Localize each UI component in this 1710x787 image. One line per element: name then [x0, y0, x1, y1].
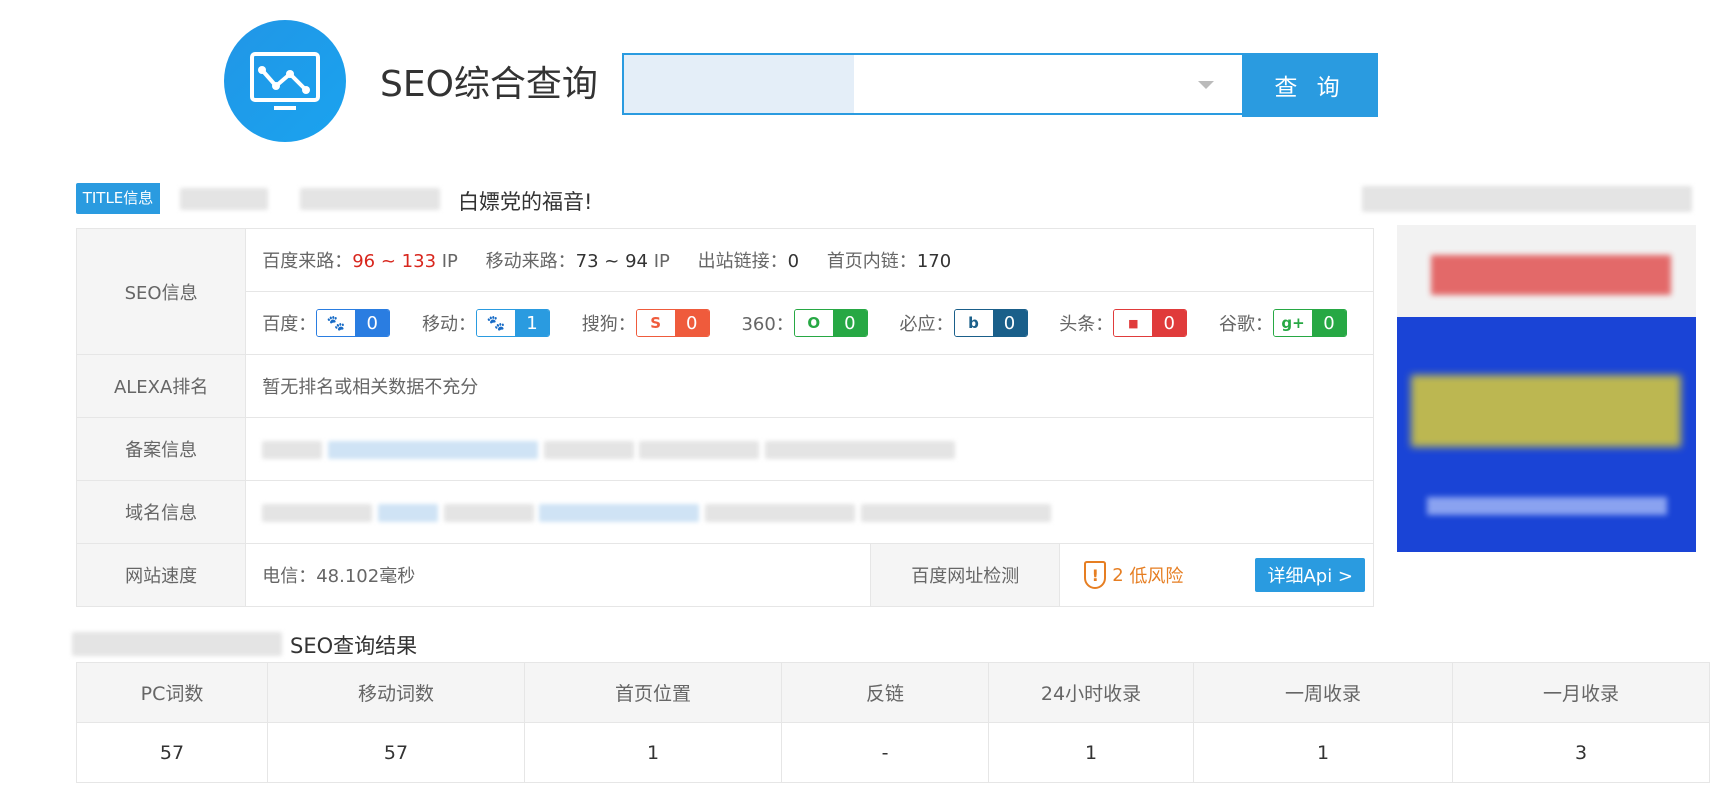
value-mobile-words[interactable]: 57 [267, 722, 525, 783]
search-input[interactable] [624, 55, 854, 113]
header-24h-index: 24小时收录 [988, 662, 1194, 723]
sogou-icon: S [636, 310, 675, 336]
360-icon: O [794, 310, 833, 336]
beian-label: 备案信息 [75, 417, 247, 481]
value-week-index[interactable]: 1 [1193, 722, 1453, 783]
detail-api-button[interactable]: 详细Api > [1255, 558, 1365, 592]
redacted-ad-title [1362, 186, 1692, 212]
page-title: SEO综合查询 [380, 64, 598, 105]
advertisement-banner[interactable] [1397, 225, 1696, 552]
header-backlinks: 反链 [781, 662, 989, 723]
header-pc-words: PC词数 [76, 662, 268, 723]
redacted-text [180, 188, 268, 210]
chevron-down-icon[interactable] [1198, 81, 1214, 89]
result-table: PC词数 移动词数 首页位置 反链 24小时收录 一周收录 一月收录 57 57… [76, 662, 1710, 783]
engine-bing[interactable]: 必应： b0 [900, 309, 1028, 337]
baidu-traffic-label: 百度来路： [262, 251, 353, 272]
baidu-traffic-value: 96 ~ 133 [352, 251, 437, 272]
seo-info-label: SEO信息 [75, 228, 247, 355]
google-icon: g+ [1274, 310, 1312, 336]
risk-text: 低风险 [1129, 566, 1184, 587]
mobile-traffic-value: 73 ~ 94 [575, 251, 648, 272]
value-homepage-position: 1 [524, 722, 782, 783]
baidu-url-check-label: 百度网址检测 [871, 544, 1061, 606]
title-info-badge: TITLE信息 [76, 183, 160, 214]
header-mobile-words: 移动词数 [267, 662, 525, 723]
table-row: 57 57 1 - 1 1 3 [76, 722, 1710, 783]
engine-toutiao[interactable]: 头条： ■ 0 [1059, 309, 1188, 337]
site-logo[interactable] [224, 20, 346, 142]
seo-info-table: SEO信息 百度来路：96 ~ 133 IP 移动来路：73 ~ 94 IP 出… [75, 228, 1374, 607]
alexa-value: 暂无排名或相关数据不充分 [245, 354, 1374, 418]
search-box[interactable] [622, 53, 1242, 115]
redacted-text [300, 188, 440, 210]
header-homepage-position: 首页位置 [524, 662, 782, 723]
domain-label: 域名信息 [75, 480, 247, 544]
baidu-traffic-unit: IP [436, 251, 458, 272]
engine-mobile[interactable]: 移动： 🐾 1 [422, 309, 550, 337]
domain-value [245, 480, 1374, 544]
outbound-links-label: 出站链接： [697, 251, 788, 272]
internal-links-value: 170 [916, 251, 952, 272]
mobile-paw-icon: 🐾 [476, 310, 515, 336]
monitor-chart-icon [250, 52, 320, 110]
mobile-traffic-label: 移动来路： [485, 251, 576, 272]
risk-status: ! 2 低风险 详细Api > [1060, 544, 1373, 606]
speed-value: 电信：48.102毫秒 [246, 544, 872, 606]
bing-icon: b [954, 310, 993, 336]
mobile-traffic-unit: IP [648, 251, 670, 272]
traffic-row: 百度来路：96 ~ 133 IP 移动来路：73 ~ 94 IP 出站链接：0 … [245, 228, 1374, 292]
site-title-text: 白嫖党的福音! [458, 190, 593, 214]
engine-google[interactable]: 谷歌： g+ 0 [1219, 309, 1347, 337]
speed-label: 网站速度 [75, 543, 247, 607]
engine-360[interactable]: 360： O0 [741, 309, 868, 337]
risk-count: 2 [1112, 564, 1124, 586]
baidu-paw-icon: 🐾 [317, 310, 356, 336]
beian-value [245, 417, 1374, 481]
value-month-index[interactable]: 3 [1452, 722, 1710, 783]
engine-row: 百度： 🐾 0 移动： 🐾 1 搜狗： S0 360： O0 必应： b0 头条： … [245, 291, 1374, 355]
outbound-links-value: 0 [787, 251, 800, 272]
toutiao-icon: ■ [1114, 310, 1153, 336]
engine-sogou[interactable]: 搜狗： S0 [582, 309, 710, 337]
header-month-index: 一月收录 [1452, 662, 1710, 723]
header-week-index: 一周收录 [1193, 662, 1453, 723]
value-backlinks: - [781, 722, 989, 783]
redacted-domain [72, 632, 282, 656]
result-title: SEO查询结果 [290, 634, 418, 658]
result-header-row: PC词数 移动词数 首页位置 反链 24小时收录 一周收录 一月收录 [76, 662, 1710, 723]
shield-warning-icon: ! [1084, 561, 1107, 589]
value-pc-words[interactable]: 57 [76, 722, 268, 783]
internal-links-label: 首页内链： [826, 251, 917, 272]
search-button[interactable]: 查 询 [1242, 53, 1378, 117]
alexa-label: ALEXA排名 [75, 354, 247, 418]
engine-baidu[interactable]: 百度： 🐾 0 [262, 309, 391, 337]
value-24h-index[interactable]: 1 [988, 722, 1194, 783]
speed-row: 电信：48.102毫秒 百度网址检测 ! 2 低风险 详细Api > [245, 543, 1374, 607]
